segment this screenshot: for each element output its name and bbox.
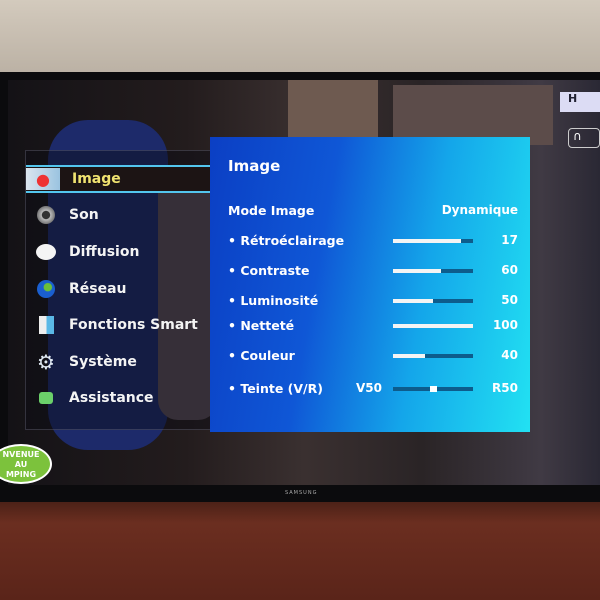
setting-row[interactable]: • Contraste 60	[228, 260, 518, 280]
menu-item-label: Image	[72, 171, 121, 187]
setting-label: • Netteté	[228, 317, 295, 333]
menu-item-assistance[interactable]: Assistance	[26, 384, 212, 412]
menu-item-image[interactable]: ● Image	[26, 165, 212, 193]
setting-value: 100	[492, 318, 518, 332]
broadcast-icon	[35, 242, 57, 262]
wall	[0, 0, 600, 80]
gear-icon: ⚙	[37, 350, 55, 374]
menu-item-diffusion[interactable]: Diffusion	[26, 238, 212, 266]
setting-label: • Luminosité	[228, 292, 319, 308]
main-menu: ● Image Son Diffusion Réseau Fonctions Sm…	[25, 150, 212, 430]
slider-fill	[393, 324, 473, 328]
setting-value: 17	[501, 233, 518, 247]
menu-item-label: Système	[69, 354, 137, 370]
background-video	[288, 80, 378, 140]
setting-slider[interactable]	[393, 239, 473, 243]
smart-cube-icon	[35, 315, 57, 335]
setting-label: • Rétroéclairage	[228, 232, 345, 248]
menu-item-son[interactable]: Son	[26, 201, 212, 229]
menu-item-label: Réseau	[69, 281, 127, 297]
menu-item-fonctions-smart[interactable]: Fonctions Smart	[26, 311, 212, 339]
menu-item-label: Diffusion	[69, 244, 140, 260]
hd-badge-text: H	[568, 92, 578, 105]
chat-bubble-icon	[35, 388, 57, 408]
headphones-icon: ∩	[568, 128, 600, 148]
tint-left-value: V50	[356, 381, 382, 395]
background-video	[393, 85, 553, 145]
setting-value: Dynamique	[441, 203, 518, 217]
setting-row[interactable]: • Luminosité 50	[228, 290, 518, 310]
setting-slider[interactable]	[393, 269, 473, 273]
menu-item-label: Son	[69, 207, 99, 223]
speaker-icon	[35, 205, 57, 225]
tint-slider[interactable]	[393, 386, 473, 392]
setting-row[interactable]: • Couleur 40	[228, 345, 518, 365]
setting-row[interactable]: • Netteté 100	[228, 315, 518, 335]
setting-label: Mode Image	[228, 202, 315, 218]
setting-value: 40	[501, 348, 518, 362]
setting-slider[interactable]	[393, 299, 473, 303]
picture-balloon-icon: ●	[26, 168, 60, 190]
slider-knob[interactable]	[430, 386, 437, 392]
setting-label: • Contraste	[228, 262, 310, 278]
setting-row[interactable]: • Rétroéclairage 17	[228, 230, 518, 250]
setting-row-teinte[interactable]: • Teinte (V/R) V50 R50	[228, 378, 518, 398]
setting-value: 60	[501, 263, 518, 277]
menu-item-reseau[interactable]: Réseau	[26, 275, 212, 303]
menu-item-label: Assistance	[69, 390, 154, 406]
setting-slider[interactable]	[393, 324, 473, 328]
setting-value: 50	[501, 293, 518, 307]
setting-label: • Teinte (V/R)	[228, 380, 323, 396]
menu-item-label: Fonctions Smart	[69, 317, 198, 333]
slider-fill	[393, 239, 461, 243]
image-settings-panel: Image Mode Image Dynamique • Rétroéclair…	[210, 137, 530, 432]
tint-right-value: R50	[492, 381, 518, 395]
setting-slider[interactable]	[393, 354, 473, 358]
slider-fill	[393, 269, 441, 273]
setting-label: • Couleur	[228, 347, 295, 363]
panel-title: Image	[228, 157, 281, 175]
slider-fill	[393, 354, 425, 358]
samsung-logo: SAMSUNG	[285, 490, 318, 496]
tv-stand	[0, 490, 600, 600]
menu-item-systeme[interactable]: ⚙ Système	[26, 348, 212, 376]
globe-icon	[35, 279, 57, 299]
slider-fill	[393, 299, 433, 303]
mode-image-row[interactable]: Mode Image Dynamique	[228, 200, 518, 220]
hd-badge: H	[560, 92, 600, 112]
